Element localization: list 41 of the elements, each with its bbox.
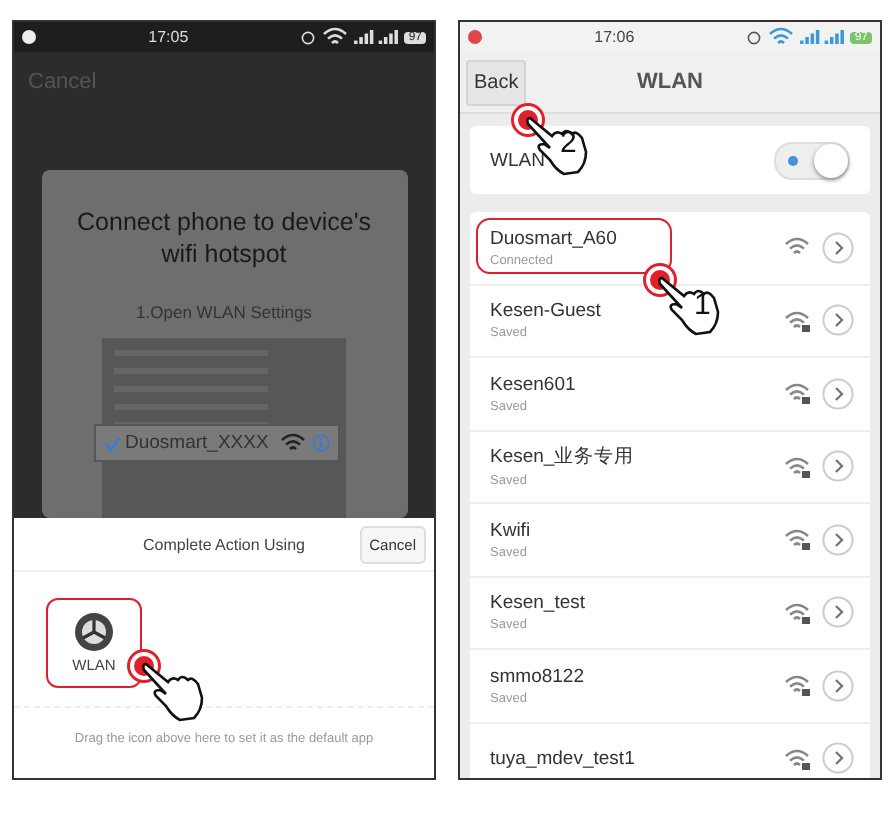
chevron-right-icon[interactable] [822, 304, 854, 337]
chevron-right-icon[interactable] [822, 231, 854, 264]
network-name: Kesen601 [490, 373, 576, 396]
chevron-right-icon[interactable] [822, 450, 854, 483]
info-icon [311, 434, 329, 452]
network-name: Kesen_业务专用 [490, 444, 635, 471]
network-name: smmo8122 [490, 665, 584, 688]
instruction-text: 1.Open WLAN Settings [136, 302, 312, 322]
status-time: 17:05 [146, 28, 191, 46]
screen-title: WLAN [637, 70, 703, 94]
network-name: Kwifi [490, 519, 531, 542]
toggle-label: WLAN [490, 149, 547, 171]
notification-icon [22, 30, 36, 44]
network-name: Kesen_test [490, 592, 586, 615]
notification-icon [468, 30, 482, 44]
toggle-switch[interactable] [774, 141, 850, 179]
hand-pointer-icon [140, 658, 208, 722]
signal-icon [800, 29, 845, 45]
hand-pointer-icon [656, 272, 724, 336]
chevron-right-icon[interactable] [822, 742, 854, 775]
app-icon [74, 612, 114, 652]
step-number: 1 [694, 288, 711, 322]
chevron-right-icon[interactable] [822, 523, 854, 556]
chevron-right-icon[interactable] [822, 669, 854, 702]
wifi-icon [322, 26, 349, 48]
signal-icon [354, 29, 399, 45]
sheet-title: Complete Action Using [143, 535, 305, 553]
alarm-icon [300, 29, 317, 45]
network-name: Duosmart_A60 [490, 227, 617, 250]
network-name: Duosmart_XXXX [125, 432, 271, 454]
network-name: tuya_mdev_test1 [490, 747, 635, 770]
wifi-icon [768, 26, 795, 48]
alarm-icon [746, 29, 763, 45]
back-button[interactable]: Back [466, 59, 527, 105]
chevron-right-icon[interactable] [822, 377, 854, 410]
status-time: 17:06 [592, 28, 637, 46]
wifi-icon [279, 432, 305, 454]
network-row[interactable]: tuya_mdev_test1 [470, 723, 870, 778]
dialog-title: Connect phone to device's wifi hotspot [75, 206, 373, 270]
network-name: Kesen-Guest [490, 300, 601, 323]
chevron-right-icon[interactable] [822, 596, 854, 629]
